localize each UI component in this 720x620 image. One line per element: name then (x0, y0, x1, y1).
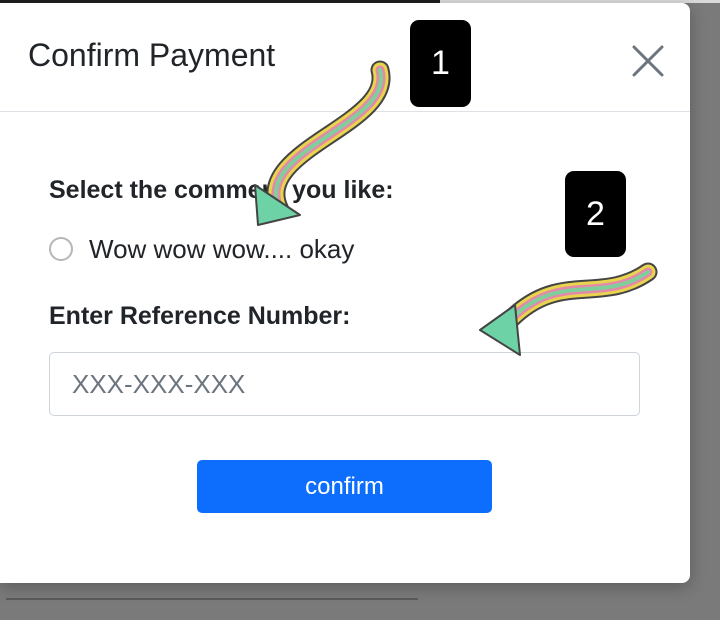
close-button[interactable] (626, 39, 670, 83)
comment-radio-button[interactable] (49, 237, 73, 261)
modal-title: Confirm Payment (28, 37, 276, 73)
comment-option-label[interactable]: Wow wow wow.... okay (89, 233, 354, 265)
reference-label: Enter Reference Number: (49, 302, 351, 330)
annotation-badge-2: 2 (565, 171, 626, 257)
modal-header: Confirm Payment (0, 3, 690, 112)
close-icon (632, 45, 664, 77)
reference-number-input[interactable] (49, 352, 640, 416)
confirm-button[interactable]: confirm (197, 460, 492, 513)
confirm-payment-modal: Confirm Payment Select the comment you l… (0, 3, 690, 583)
comment-option[interactable]: Wow wow wow.... okay (49, 231, 354, 267)
annotation-badge-1: 1 (410, 20, 471, 107)
background-divider (6, 598, 418, 600)
comment-question-label: Select the comment you like: (49, 176, 394, 204)
